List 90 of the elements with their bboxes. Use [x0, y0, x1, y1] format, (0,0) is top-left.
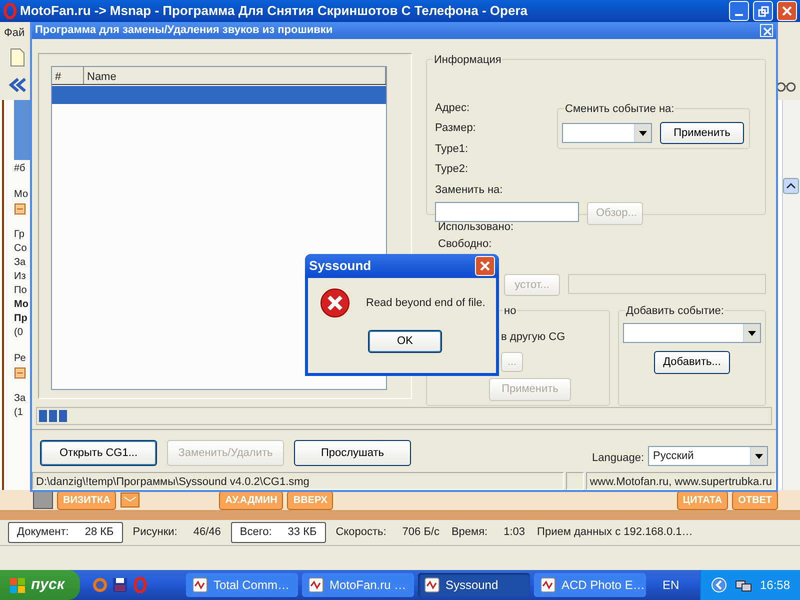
status-panel [566, 472, 584, 490]
field-label: Type2: [435, 162, 470, 177]
taskbar-button[interactable]: Syssound [418, 573, 530, 597]
page-text: Мо [14, 298, 28, 312]
status-text: 46/46 [193, 526, 221, 538]
group-title: Добавить событие: [625, 303, 725, 320]
action-button[interactable]: Открыть CG1... [40, 440, 157, 466]
dialog-title: Syssound [309, 257, 372, 276]
page-text: Гр [14, 228, 24, 242]
language-label: Language: [592, 450, 644, 466]
close-button[interactable] [777, 1, 797, 21]
status-text: 1:03 [504, 526, 526, 538]
event-dropdown[interactable] [623, 323, 761, 343]
app-icon [424, 577, 440, 593]
status-text: 28 КБ [84, 526, 114, 538]
page-text: За [14, 392, 26, 406]
option-label: в другую CG [501, 330, 566, 345]
page-icon [14, 367, 26, 380]
dropdown-arrow-icon [754, 452, 764, 460]
language-indicator[interactable]: EN [662, 576, 680, 594]
field-label: Размер: [435, 121, 477, 136]
page-text: Мо [14, 188, 28, 202]
status-text: D:\danzig\!temp\Программы\Syssound v4.0.2\CG1.smg [32, 472, 564, 490]
column-header[interactable]: Name [84, 66, 386, 84]
expand-tray-icon[interactable] [710, 577, 727, 593]
window-title: MotoFan.ru -> Msnap - Программа Для Снятия Скриншотов С Телефона - Opera [20, 2, 528, 20]
event-dropdown[interactable] [562, 123, 652, 143]
page-text: Из [14, 270, 26, 284]
app-icon [192, 577, 208, 593]
restore-icon [758, 6, 768, 16]
page-text: Пр [14, 312, 28, 326]
status-text: Рисунки: [132, 526, 178, 538]
new-page-icon[interactable] [8, 48, 26, 66]
dropdown-arrow-icon [638, 130, 648, 136]
ok-button[interactable]: OK [368, 330, 442, 352]
minimize-icon [735, 14, 743, 16]
status-text: Прием данных с 192.168.0.1… [537, 526, 693, 538]
start-button[interactable]: пуск [0, 570, 80, 600]
usage-label: Использовано: [438, 220, 515, 234]
taskbar-button[interactable]: MotoFan.ru … [302, 573, 414, 597]
status-text: Скорость: [336, 526, 386, 538]
status-text: Документ: [17, 526, 69, 538]
free-space-label: Свободно: [438, 237, 493, 252]
field-label: Заменить на: [435, 182, 504, 198]
close-icon [781, 5, 793, 17]
column-header[interactable]: # [52, 66, 84, 84]
clock: 16:58 [760, 577, 790, 594]
back-icon[interactable] [8, 76, 28, 94]
list-row[interactable] [52, 86, 386, 104]
page-text: Со [14, 242, 27, 256]
forum-button[interactable]: ВИЗИТКА [57, 490, 116, 510]
taskbar-button[interactable]: Total Comm… [186, 573, 298, 597]
page-icon [14, 203, 26, 216]
status-text: 33 КБ [288, 526, 317, 538]
file-path-field[interactable] [435, 202, 579, 222]
page-text: По [14, 284, 27, 298]
close-button[interactable] [760, 24, 773, 37]
menu-item[interactable]: Фай [4, 24, 25, 42]
close-icon [761, 24, 774, 38]
action-button[interactable]: Прослушать [294, 440, 411, 466]
scroll-up-button[interactable] [783, 178, 799, 194]
dialog-title: Программа для замены/Удаления звуков из прошивки [35, 23, 333, 38]
windows-flag-icon [10, 578, 25, 592]
app-icon [540, 577, 556, 593]
add-button[interactable]: Добавить... [654, 351, 730, 374]
page-text: За [14, 256, 26, 270]
envelope-icon[interactable] [120, 492, 140, 508]
app-icon [308, 577, 324, 593]
close-icon [479, 260, 491, 272]
page-text: (1 [14, 406, 23, 420]
network-icon[interactable] [734, 578, 752, 592]
language-dropdown[interactable]: Русский [648, 446, 768, 466]
page-text: (0 [14, 326, 23, 340]
status-text: 706 Б/с [402, 526, 440, 538]
apply-button[interactable]: Применить [660, 122, 744, 144]
taskbar-button[interactable]: ACD Photo E… [534, 573, 646, 597]
page-text: #б [14, 162, 26, 176]
status-text: Время: [451, 526, 488, 538]
close-button[interactable] [475, 256, 495, 276]
error-icon [320, 288, 350, 318]
status-text: Всего: [240, 526, 272, 538]
field-label: Адрес: [435, 100, 471, 116]
status-text: www.Motofan.ru, www.supertrubka.ru [586, 472, 776, 490]
field-label: Type1: [435, 142, 470, 156]
dropdown-arrow-icon [747, 330, 757, 336]
minimize-button[interactable] [729, 1, 749, 21]
restore-button[interactable] [753, 1, 773, 21]
browser-logo-icon [3, 3, 17, 19]
page-text: Ре [14, 352, 26, 366]
avatar-block [33, 491, 53, 509]
